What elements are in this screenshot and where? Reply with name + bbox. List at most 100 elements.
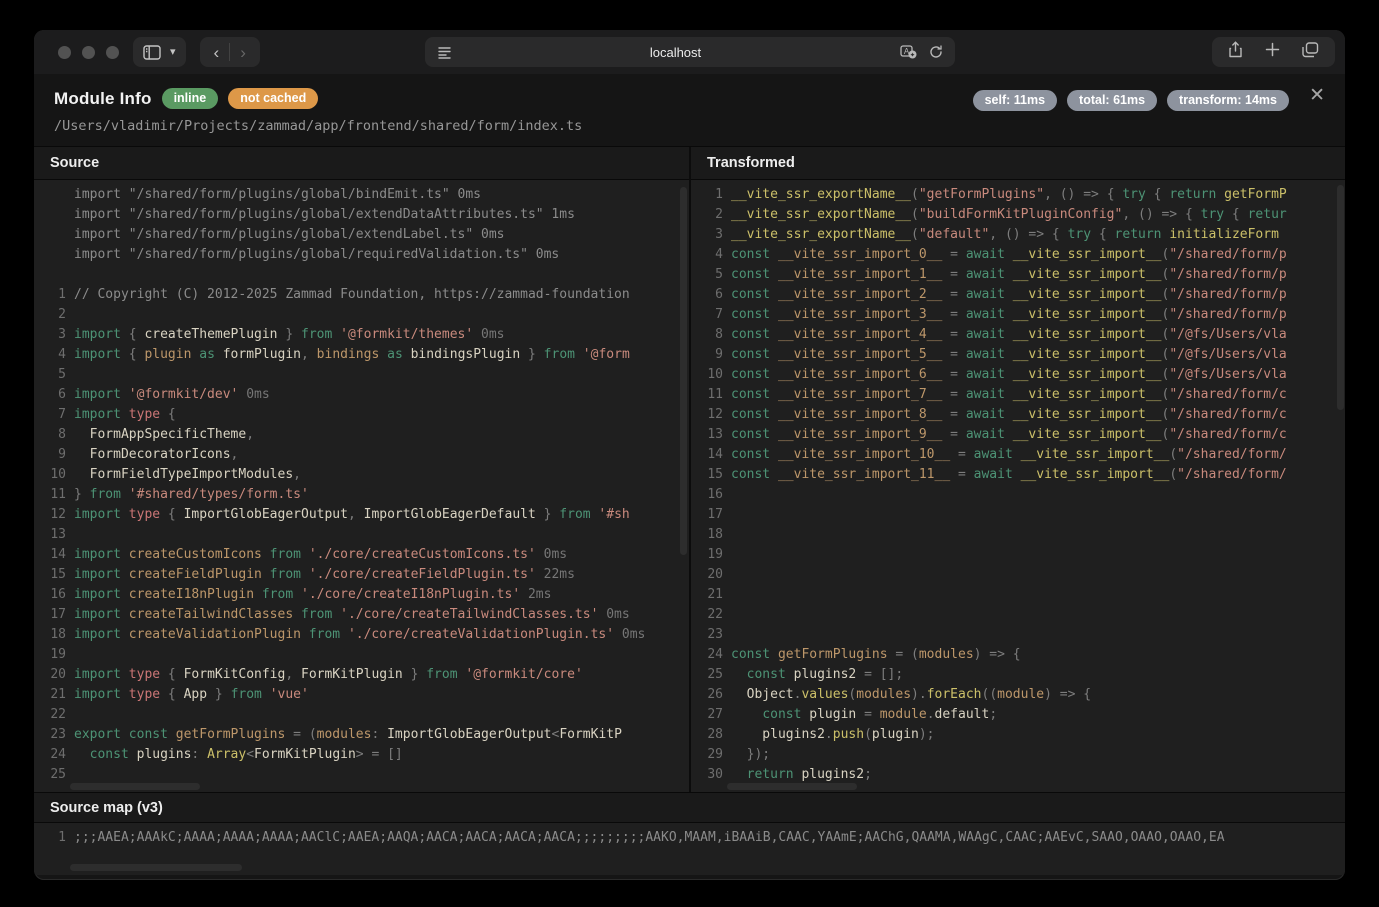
minimize-window-button[interactable] — [82, 46, 95, 59]
line-number: 17 — [691, 505, 723, 525]
line-number: 2 — [691, 205, 723, 225]
line-number: 24 — [691, 645, 723, 665]
code-text — [723, 525, 1345, 545]
line-number: 24 — [34, 745, 66, 765]
svg-text:✦: ✦ — [909, 51, 915, 59]
line-number: 1 — [34, 285, 66, 305]
code-line: 21 — [691, 585, 1345, 605]
line-number: 7 — [34, 405, 66, 425]
code-line: 19 — [34, 645, 689, 665]
source-vertical-scrollbar[interactable] — [680, 187, 687, 555]
sourcemap-horizontal-scrollbar[interactable] — [70, 864, 242, 871]
line-number: 21 — [34, 685, 66, 705]
line-number: 18 — [34, 625, 66, 645]
sidebar-button[interactable]: ▾ — [133, 37, 186, 67]
code-text: return plugins2; — [723, 765, 1345, 785]
transformed-code-area[interactable]: 1__vite_ssr_exportName__("getFormPlugins… — [691, 180, 1345, 792]
code-line: 5const __vite_ssr_import_1__ = await __v… — [691, 265, 1345, 285]
line-number: 3 — [691, 225, 723, 245]
code-text: const __vite_ssr_import_8__ = await __vi… — [723, 405, 1345, 425]
code-line: import "/shared/form/plugins/global/bind… — [34, 185, 689, 205]
code-line: 16 — [691, 485, 1345, 505]
code-line: 18 — [691, 525, 1345, 545]
code-text: import createFieldPlugin from './core/cr… — [66, 565, 689, 585]
new-tab-button[interactable] — [1265, 42, 1280, 62]
line-number: 6 — [34, 385, 66, 405]
code-text — [723, 545, 1345, 565]
code-line: 26 Object.values(modules).forEach((modul… — [691, 685, 1345, 705]
line-number — [34, 185, 66, 205]
sourcemap-line-number: 1 — [34, 830, 66, 852]
code-line: 20 — [691, 565, 1345, 585]
code-line: 25 — [34, 765, 689, 785]
address-bar[interactable]: localhost A ✦ — [425, 37, 955, 67]
code-text — [723, 485, 1345, 505]
code-line: 7const __vite_ssr_import_3__ = await __v… — [691, 305, 1345, 325]
line-number: 20 — [34, 665, 66, 685]
transformed-horizontal-scrollbar[interactable] — [727, 783, 857, 790]
close-window-button[interactable] — [58, 46, 71, 59]
line-number — [34, 225, 66, 245]
code-text: import { createThemePlugin } from '@form… — [66, 325, 689, 345]
code-line: 6import '@formkit/dev' 0ms — [34, 385, 689, 405]
share-button[interactable] — [1228, 41, 1243, 63]
line-number: 16 — [691, 485, 723, 505]
line-number: 17 — [34, 605, 66, 625]
code-text: } from '#shared/types/form.ts' — [66, 485, 689, 505]
line-number: 26 — [691, 685, 723, 705]
code-text: __vite_ssr_exportName__("default", () =>… — [723, 225, 1345, 245]
code-text — [66, 365, 689, 385]
reload-icon[interactable] — [929, 45, 943, 59]
forward-button[interactable]: › — [240, 44, 246, 61]
code-text — [66, 705, 689, 725]
back-button[interactable]: ‹ — [214, 44, 220, 61]
code-line: 12import type { ImportGlobEagerOutput, I… — [34, 505, 689, 525]
line-number: 25 — [34, 765, 66, 785]
code-line: 1// Copyright (C) 2012-2025 Zammad Found… — [34, 285, 689, 305]
code-line: 15const __vite_ssr_import_11__ = await _… — [691, 465, 1345, 485]
source-code-area[interactable]: import "/shared/form/plugins/global/bind… — [34, 180, 689, 792]
module-file-path: /Users/vladimir/Projects/zammad/app/fron… — [54, 118, 1323, 134]
source-panel-title: Source — [34, 147, 689, 180]
code-text: FormAppSpecificTheme, — [66, 425, 689, 445]
code-text: const plugins2 = []; — [723, 665, 1345, 685]
source-panel: Source import "/shared/form/plugins/glob… — [34, 147, 691, 792]
code-text: }); — [723, 745, 1345, 765]
code-line: 17 — [691, 505, 1345, 525]
code-text: import createI18nPlugin from './core/cre… — [66, 585, 689, 605]
code-line: 10const __vite_ssr_import_6__ = await __… — [691, 365, 1345, 385]
tab-overview-button[interactable] — [1302, 42, 1319, 63]
code-text: import "/shared/form/plugins/global/requ… — [66, 245, 689, 265]
code-line: 19 — [691, 545, 1345, 565]
chevron-down-icon: ▾ — [170, 47, 176, 58]
code-line: 28 plugins2.push(plugin); — [691, 725, 1345, 745]
close-icon[interactable]: ✕ — [1309, 86, 1325, 105]
line-number: 8 — [34, 425, 66, 445]
code-text: import createTailwindClasses from './cor… — [66, 605, 689, 625]
line-number: 27 — [691, 705, 723, 725]
code-text: const __vite_ssr_import_1__ = await __vi… — [723, 265, 1345, 285]
source-horizontal-scrollbar[interactable] — [70, 783, 200, 790]
code-text: export const getFormPlugins = (modules: … — [66, 725, 689, 745]
code-line: 10 FormFieldTypeImportModules, — [34, 465, 689, 485]
code-line: 4import { plugin as formPlugin, bindings… — [34, 345, 689, 365]
code-line: 2__vite_ssr_exportName__("buildFormKitPl… — [691, 205, 1345, 225]
code-line: 22 — [691, 605, 1345, 625]
code-text: import "/shared/form/plugins/global/exte… — [66, 205, 689, 225]
reader-icon[interactable] — [437, 46, 452, 59]
timing-metrics: self: 11ms total: 61ms transform: 14ms — [973, 90, 1289, 111]
code-text: const __vite_ssr_import_0__ = await __vi… — [723, 245, 1345, 265]
line-number: 11 — [34, 485, 66, 505]
page-title: Module Info — [54, 89, 152, 109]
code-line: 9const __vite_ssr_import_5__ = await __v… — [691, 345, 1345, 365]
line-number: 5 — [34, 365, 66, 385]
transformed-vertical-scrollbar[interactable] — [1337, 185, 1344, 410]
code-text — [723, 605, 1345, 625]
transformed-panel: Transformed 1__vite_ssr_exportName__("ge… — [691, 147, 1345, 792]
line-number: 1 — [691, 185, 723, 205]
translate-icon[interactable]: A ✦ — [900, 45, 917, 59]
code-line: 17import createTailwindClasses from './c… — [34, 605, 689, 625]
sourcemap-code-area[interactable]: 1 ;;;AAEA;AAAkC;AAAA;AAAA;AAAA;AAClC;AAE… — [34, 823, 1345, 875]
zoom-window-button[interactable] — [106, 46, 119, 59]
code-line: 15import createFieldPlugin from './core/… — [34, 565, 689, 585]
